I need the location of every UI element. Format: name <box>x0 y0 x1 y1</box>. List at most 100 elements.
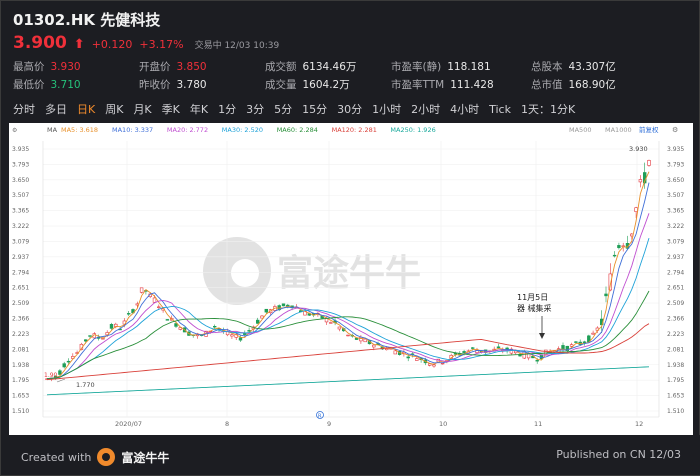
candle-body <box>281 303 286 307</box>
ma-legend-item[interactable]: MA60: 2.284 <box>277 126 318 134</box>
y-tick-left: 3.222 <box>12 223 29 230</box>
created-with: Created with 富途牛牛 <box>21 448 169 466</box>
candle-body <box>157 306 161 308</box>
y-tick-left: 2.937 <box>12 254 29 261</box>
kline-chart[interactable]: ⚙ MA MA500 MA1000 前复权 ⚙ MA5: 3.618 MA10: … <box>9 123 693 435</box>
ma-legend-item[interactable]: MA250: 1.926 <box>390 126 435 134</box>
y-tick-left: 3.079 <box>12 238 29 245</box>
stat-market-cap: 总市值 168.90亿 <box>531 79 616 91</box>
candle-body <box>634 207 638 212</box>
candle-body <box>84 339 88 342</box>
ma-legend-item[interactable]: MA5: 3.618 <box>61 126 98 134</box>
candle-body <box>647 160 651 166</box>
candle-body <box>62 363 66 368</box>
stat-shares: 总股本 43.307亿 <box>531 61 616 73</box>
y-tick-left: 1.510 <box>12 408 29 415</box>
candle-body <box>604 293 608 297</box>
candle-body <box>230 334 234 337</box>
y-tick-left: 1.795 <box>12 377 29 384</box>
tab-monthly-k[interactable]: 月K <box>128 99 156 121</box>
stock-title: 01302.HK 先健科技 <box>13 11 161 29</box>
ma-line <box>46 213 650 380</box>
tab-quarterly-k[interactable]: 季K <box>157 99 185 121</box>
y-tick-right: 3.222 <box>667 223 684 230</box>
stock-quote-window: 01302.HK 先健科技 3.900 ⬆ +0.120 +3.17% 交易中 … <box>0 0 700 476</box>
candle-body <box>139 287 144 293</box>
trading-status: 交易中 12/03 10:39 <box>194 41 280 51</box>
price-change: +0.120 <box>91 38 133 51</box>
y-tick-right: 2.651 <box>667 285 684 292</box>
candle-body <box>522 351 527 359</box>
candle-body <box>363 338 367 343</box>
candle-body <box>440 362 445 365</box>
y-tick-right: 2.366 <box>667 316 684 323</box>
candle-body <box>393 350 397 355</box>
candle-body <box>496 346 501 349</box>
candle-body <box>165 319 170 321</box>
candle-body <box>66 360 71 363</box>
tab-weekly-k[interactable]: 周K <box>100 99 128 121</box>
candle-body <box>569 344 574 347</box>
ma-legend-item[interactable]: MA20: 2.772 <box>167 126 208 134</box>
tab-15min[interactable]: 15分 <box>297 99 332 121</box>
ma-settings-icon[interactable]: ⚙ <box>12 127 17 134</box>
y-tick-left: 2.366 <box>12 316 29 323</box>
futu-logo-icon <box>97 448 116 466</box>
stat-low: 最低价 3.710 <box>13 79 81 91</box>
ma-legend-item[interactable]: MA10: 3.337 <box>112 126 153 134</box>
y-tick-left: 3.507 <box>12 192 29 199</box>
y-tick-right: 3.079 <box>667 238 684 245</box>
y-tick-left: 2.081 <box>12 346 29 353</box>
stat-volume: 成交量 1604.2万 <box>265 79 350 91</box>
low-marker-label: 1.770 <box>76 381 95 389</box>
y-tick-right: 3.793 <box>667 161 684 168</box>
stat-turnover: 成交额 6134.46万 <box>265 61 357 73</box>
tab-intraday[interactable]: 分时 <box>8 99 40 121</box>
tab-1day-1min[interactable]: 1天：1分K <box>516 99 580 121</box>
tab-yearly-k[interactable]: 年K <box>185 99 213 121</box>
up-arrow-icon: ⬆ <box>73 37 85 52</box>
candle-body <box>535 360 539 362</box>
candle-body <box>617 245 621 249</box>
tab-tick[interactable]: Tick <box>484 99 516 121</box>
restore-toggle[interactable]: 前复权 <box>639 125 659 134</box>
tab-daily-k[interactable]: 日K <box>72 99 100 121</box>
y-tick-left: 3.935 <box>12 146 29 153</box>
candle-body <box>152 297 157 303</box>
ma-prefix[interactable]: MA <box>47 126 58 134</box>
tab-1min[interactable]: 1分 <box>213 99 241 121</box>
tab-30min[interactable]: 30分 <box>332 99 367 121</box>
x-tick-label: 11 <box>534 420 542 428</box>
tab-3min[interactable]: 3分 <box>241 99 269 121</box>
candle-body <box>109 324 114 329</box>
candle-body <box>462 351 466 353</box>
y-tick-left: 2.794 <box>12 269 29 276</box>
candle-body <box>612 254 617 257</box>
ma-legend-item[interactable]: MA30: 2.520 <box>222 126 263 134</box>
tab-2hour[interactable]: 2小时 <box>406 99 445 121</box>
tab-1hour[interactable]: 1小时 <box>367 99 406 121</box>
watermark: 富途牛牛 <box>203 237 421 305</box>
x-tick-label: 8 <box>225 420 229 428</box>
candle-body <box>406 356 410 359</box>
chart-settings-icon[interactable]: ⚙ <box>672 126 678 134</box>
candle-body <box>337 326 342 330</box>
ma-legend-item[interactable]: MA120: 2.281 <box>332 126 377 134</box>
candle-body <box>213 326 217 328</box>
y-tick-right: 1.795 <box>667 377 684 384</box>
candle-body <box>591 332 595 335</box>
y-tick-right: 1.938 <box>667 362 684 369</box>
high-marker-label: 3.930 <box>629 145 648 153</box>
y-tick-right: 3.650 <box>667 177 684 184</box>
ma500-label: MA500 <box>569 126 591 134</box>
tab-5min[interactable]: 5分 <box>269 99 297 121</box>
period-tabs: 分时 多日 日K 周K 月K 季K 年K 1分 3分 5分 15分 30分 1小… <box>1 97 700 123</box>
stat-pe-ttm: 市盈率TTM 111.428 <box>391 79 494 91</box>
y-tick-right: 2.794 <box>667 269 684 276</box>
tab-4hour[interactable]: 4小时 <box>445 99 484 121</box>
y-tick-left: 3.650 <box>12 177 29 184</box>
y-tick-left: 3.365 <box>12 208 29 215</box>
candle-body <box>427 363 432 366</box>
y-tick-right: 3.365 <box>667 208 684 215</box>
tab-multi-day[interactable]: 多日 <box>40 99 72 121</box>
